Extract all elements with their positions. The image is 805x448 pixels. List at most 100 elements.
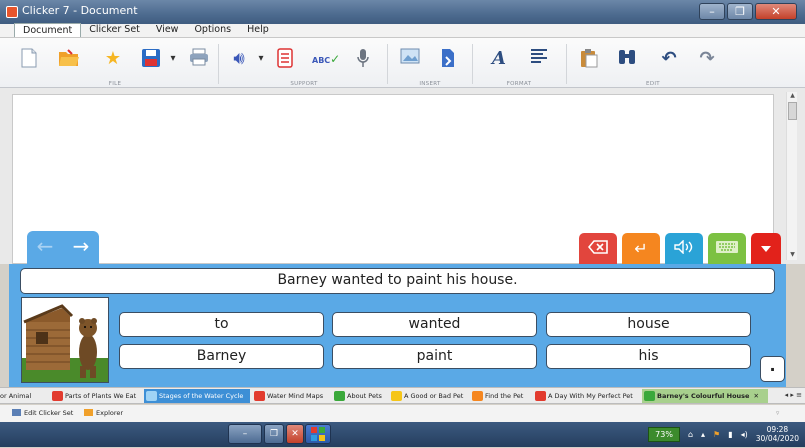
redo-icon[interactable]: ↷ bbox=[696, 48, 718, 70]
scroll-up-icon[interactable]: ▲ bbox=[787, 92, 798, 101]
speak-sentence-button[interactable] bbox=[665, 233, 703, 264]
align-text-icon[interactable] bbox=[528, 48, 550, 70]
set-icon bbox=[146, 391, 157, 401]
battery-indicator[interactable]: 73% bbox=[648, 426, 680, 442]
tab-help[interactable]: Help bbox=[239, 23, 277, 37]
sentence-bar[interactable]: Barney wanted to paint his house. bbox=[20, 268, 775, 294]
ribbon-label-support: SUPPORT bbox=[290, 81, 318, 87]
scroll-thumb[interactable] bbox=[788, 102, 797, 120]
open-folder-icon[interactable] bbox=[58, 48, 80, 70]
set-tab[interactable]: Water Mind Maps bbox=[252, 389, 326, 403]
resize-grip-icon[interactable]: ▿ bbox=[776, 409, 779, 417]
minimize-button[interactable]: – bbox=[699, 3, 725, 20]
grid-navigation: ← → bbox=[27, 231, 99, 264]
print-icon[interactable] bbox=[188, 48, 210, 70]
word-cell[interactable]: to bbox=[119, 312, 324, 337]
edit-clicker-set-link[interactable]: Edit Clicker Set bbox=[12, 409, 73, 417]
taskbar-close-button[interactable]: ✕ bbox=[286, 424, 304, 444]
set-icon bbox=[472, 391, 483, 401]
collapse-button[interactable] bbox=[751, 233, 781, 264]
delete-word-button[interactable] bbox=[579, 233, 617, 264]
window-title: Clicker 7 - Document bbox=[22, 4, 138, 17]
set-tab[interactable]: Stages of the Water Cycle bbox=[144, 389, 250, 403]
set-tab[interactable]: A Good or Bad Pet bbox=[389, 389, 466, 403]
set-icon bbox=[334, 391, 345, 401]
scroll-down-icon[interactable]: ▼ bbox=[787, 251, 798, 260]
set-tab[interactable]: or Animal bbox=[0, 389, 34, 403]
ribbon-group-file: ★ ▾ FILE bbox=[10, 38, 220, 88]
spell-check-icon[interactable]: ABC✓ bbox=[312, 48, 340, 70]
tab-clicker-set[interactable]: Clicker Set bbox=[81, 23, 148, 37]
document-scrollbar[interactable]: ▲ ▼ bbox=[786, 92, 797, 260]
set-tab-active[interactable]: Barney's Colourful House ✕ bbox=[642, 389, 768, 403]
enter-button[interactable]: ↵ bbox=[622, 233, 660, 264]
taskbar-restore-button[interactable]: ❐ bbox=[264, 424, 284, 444]
edit-set-icon bbox=[12, 409, 21, 416]
set-icon bbox=[535, 391, 546, 401]
clock[interactable]: 09:28 30/04/2020 bbox=[756, 425, 799, 443]
set-tab[interactable]: Parts of Plants We Eat bbox=[50, 389, 139, 403]
window-controls: – ❐ ✕ bbox=[699, 3, 797, 20]
set-icon bbox=[52, 391, 63, 401]
microphone-icon[interactable] bbox=[352, 48, 374, 70]
word-list-icon[interactable] bbox=[274, 48, 296, 70]
status-bar: Edit Clicker Set Explorer ▿ bbox=[0, 405, 805, 422]
title-bar: Clicker 7 - Document – ❐ ✕ bbox=[0, 0, 805, 24]
clicker-window: Clicker 7 - Document – ❐ ✕ Document Clic… bbox=[0, 0, 805, 447]
ribbon-separator bbox=[218, 44, 219, 84]
next-grid-arrow-icon[interactable]: → bbox=[63, 231, 99, 264]
full-stop-button[interactable]: . bbox=[760, 356, 785, 382]
explorer-folder-icon bbox=[84, 409, 93, 416]
close-tab-icon[interactable]: ✕ bbox=[753, 392, 758, 400]
word-cell[interactable]: wanted bbox=[332, 312, 537, 337]
insert-file-icon[interactable] bbox=[437, 48, 459, 70]
font-format-icon[interactable]: A bbox=[488, 48, 510, 70]
insert-picture-icon[interactable] bbox=[399, 48, 421, 70]
ribbon-group-edit: ↶ ↷ EDIT bbox=[568, 38, 738, 88]
previous-grid-arrow-icon[interactable]: ← bbox=[27, 231, 63, 264]
keyboard-button[interactable] bbox=[708, 233, 746, 264]
signal-icon[interactable]: ▮ bbox=[728, 430, 732, 439]
ribbon-group-format: A FORMAT bbox=[474, 38, 564, 88]
paste-clipboard-icon[interactable] bbox=[578, 48, 600, 70]
find-binoculars-icon[interactable] bbox=[616, 48, 638, 70]
tab-options[interactable]: Options bbox=[186, 23, 239, 37]
set-icon bbox=[644, 391, 655, 401]
office-app-icon[interactable] bbox=[305, 424, 331, 444]
flag-icon[interactable]: ⚑ bbox=[713, 430, 720, 439]
clock-date: 30/04/2020 bbox=[755, 434, 799, 443]
clicker-grid-panel: Barney wanted to paint his house. to wan… bbox=[9, 264, 786, 387]
tab-scroll-controls[interactable]: ◂ ▸ ≡ bbox=[769, 388, 805, 403]
save-dropdown-icon[interactable]: ▾ bbox=[162, 48, 184, 70]
word-cell[interactable]: house bbox=[546, 312, 751, 337]
volume-icon[interactable]: ◂) bbox=[741, 430, 748, 439]
save-icon[interactable] bbox=[140, 48, 162, 70]
ribbon-separator bbox=[566, 44, 567, 84]
close-button[interactable]: ✕ bbox=[755, 3, 797, 20]
explorer-link[interactable]: Explorer bbox=[84, 409, 123, 417]
network-icon[interactable]: ⌂ bbox=[688, 430, 693, 439]
ribbon-label-edit: EDIT bbox=[646, 81, 660, 87]
speech-dropdown-icon[interactable]: ▾ bbox=[250, 48, 272, 70]
set-tab[interactable]: A Day With My Perfect Pet bbox=[533, 389, 636, 403]
set-tab[interactable]: Find the Pet bbox=[470, 389, 526, 403]
word-cell[interactable]: Barney bbox=[119, 344, 324, 369]
tab-document[interactable]: Document bbox=[14, 23, 82, 37]
barney-house-picture[interactable] bbox=[21, 297, 109, 383]
system-tray: 73% ⌂ ▴ ⚑ ▮ ◂) 09:28 30/04/2020 bbox=[648, 425, 799, 443]
clock-time: 09:28 bbox=[766, 425, 789, 434]
set-tab[interactable]: About Pets bbox=[332, 389, 385, 403]
restore-button[interactable]: ❐ bbox=[727, 3, 753, 20]
ribbon-label-format: FORMAT bbox=[506, 81, 532, 87]
set-icon bbox=[254, 391, 265, 401]
taskbar-minimize-button[interactable]: – bbox=[228, 424, 262, 444]
new-document-icon[interactable] bbox=[18, 48, 40, 70]
tab-view[interactable]: View bbox=[148, 23, 187, 37]
word-cell[interactable]: paint bbox=[332, 344, 537, 369]
speaker-icon[interactable]: 🔊︎ bbox=[228, 48, 250, 70]
undo-icon[interactable]: ↶ bbox=[658, 48, 680, 70]
tray-expand-icon[interactable]: ▴ bbox=[701, 430, 705, 439]
favorite-star-icon[interactable]: ★ bbox=[102, 48, 124, 70]
ribbon-label-insert: INSERT bbox=[419, 81, 441, 87]
word-cell[interactable]: his bbox=[546, 344, 751, 369]
